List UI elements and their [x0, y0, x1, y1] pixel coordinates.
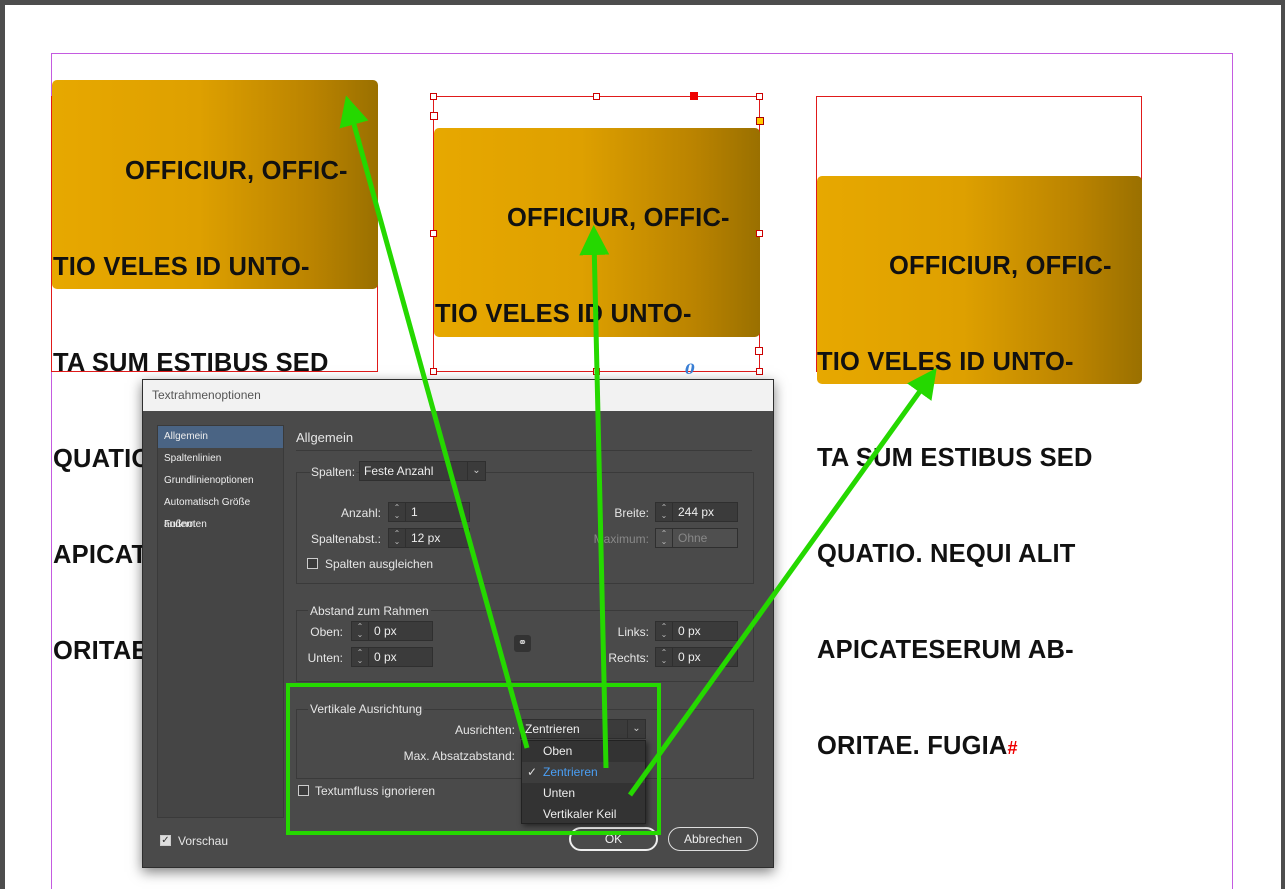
annotation-arrows — [339, 95, 937, 797]
annotation-arrow-oben — [339, 95, 530, 749]
annotation-arrow-zentrieren — [579, 225, 610, 769]
annotation-arrow-unten — [627, 367, 937, 797]
